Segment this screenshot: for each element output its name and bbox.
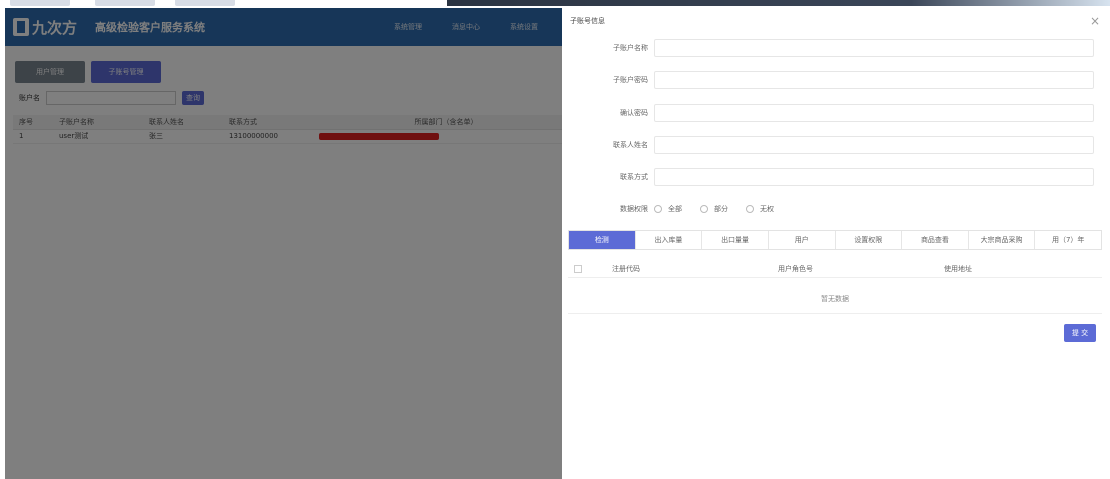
drawer-title: 子账号信息 (570, 17, 605, 25)
browser-tab[interactable] (10, 0, 70, 6)
tab-segment[interactable]: 出入库量 (636, 231, 703, 249)
tab-segment[interactable]: 用（7）年 (1035, 231, 1101, 249)
sub-table-header-cell: 注册代码 (612, 264, 640, 273)
form-row: 联系方式 (562, 168, 1110, 186)
radio-label: 全部 (668, 205, 682, 213)
empty-state: 暂无数据 (568, 284, 1102, 314)
radio-label: 部分 (714, 205, 728, 213)
table-header-row: 序号 子账户名称 联系人姓名 联系方式 所属部门（含名单） (13, 115, 562, 130)
permission-tabs: 检测 出入库量 出口量量 用户 设置权限 商品查看 大宗商品采购 用（7）年 (568, 230, 1102, 250)
sub-table-header: 注册代码 用户角色号 使用地址 (568, 260, 1102, 278)
search-label: 账户名 (19, 94, 40, 102)
form-row: 子账户密码 (562, 71, 1110, 89)
password-input[interactable] (654, 71, 1094, 89)
header-nav-item[interactable]: 消息中心 (452, 22, 480, 32)
select-all-checkbox[interactable] (574, 264, 582, 273)
header-nav-item[interactable]: 系统设置 (510, 22, 538, 32)
radio-icon (746, 205, 754, 213)
field-label: 子账户密码 (613, 76, 648, 84)
tab-segment[interactable]: 商品查看 (902, 231, 969, 249)
redacted-bar (319, 132, 439, 140)
contact-name-input[interactable] (654, 136, 1094, 154)
submit-button[interactable]: 提 交 (1064, 324, 1096, 342)
sub-table-header-cell: 使用地址 (944, 264, 972, 273)
logo: 九次方 (13, 17, 77, 38)
radio-option-all[interactable]: 全部 (654, 204, 682, 214)
radio-option-partial[interactable]: 部分 (700, 204, 728, 214)
browser-tab[interactable] (175, 0, 235, 6)
field-label: 子账户名称 (613, 44, 648, 52)
close-icon[interactable]: × (1090, 14, 1100, 28)
header-nav-item[interactable]: 系统管理 (394, 22, 422, 32)
sub-table-header-cell: 用户角色号 (778, 264, 813, 273)
search-row: 账户名 查询 (5, 83, 562, 105)
tab-segment[interactable]: 检测 (569, 231, 636, 249)
radio-icon (654, 205, 662, 213)
permission-radio-group: 数据权限 全部 部分 无权 (562, 202, 1110, 216)
page-tabs: 用户管理 子账号管理 (5, 46, 562, 83)
header-nav: 系统管理 消息中心 系统设置 (394, 22, 562, 32)
search-button[interactable]: 查询 (182, 91, 204, 105)
browser-tab[interactable] (95, 0, 155, 6)
field-label: 确认密码 (620, 109, 648, 117)
contact-phone-input[interactable] (654, 168, 1094, 186)
table-row[interactable]: 1 user测试 张三 13100000000 (13, 129, 562, 144)
logo-text: 九次方 (32, 18, 78, 37)
table-header: 联系方式 (223, 115, 313, 130)
field-label: 联系方式 (620, 173, 648, 181)
main-app: 九次方 高级检验客户服务系统 系统管理 消息中心 系统设置 用户管理 子账号管理… (5, 8, 562, 479)
radio-icon (700, 205, 708, 213)
app-header: 九次方 高级检验客户服务系统 系统管理 消息中心 系统设置 (5, 8, 562, 46)
tab-segment[interactable]: 出口量量 (702, 231, 769, 249)
cell-contact: 张三 (143, 129, 223, 144)
form-row: 联系人姓名 (562, 136, 1110, 154)
tab-subaccount-management[interactable]: 子账号管理 (91, 61, 161, 83)
form-row: 确认密码 (562, 104, 1110, 122)
radio-option-none[interactable]: 无权 (746, 204, 774, 214)
table-header: 联系人姓名 (143, 115, 223, 130)
tab-segment[interactable]: 设置权限 (836, 231, 903, 249)
subaccount-drawer: 子账号信息 × 子账户名称 子账户密码 确认密码 联系人姓名 联系方式 数据权限… (562, 8, 1110, 479)
tab-segment[interactable]: 大宗商品采购 (969, 231, 1036, 249)
cell-name: user测试 (53, 129, 143, 144)
tab-segment[interactable]: 用户 (769, 231, 836, 249)
subaccount-name-input[interactable] (654, 39, 1094, 57)
table-header: 序号 (13, 115, 53, 130)
logo-icon (13, 18, 29, 36)
subaccount-table: 序号 子账户名称 联系人姓名 联系方式 所属部门（含名单） 1 user测试 张… (13, 115, 562, 144)
system-title: 高级检验客户服务系统 (95, 21, 206, 34)
field-label: 数据权限 (620, 205, 648, 213)
browser-toolbar (447, 0, 1110, 6)
tab-user-management[interactable]: 用户管理 (15, 61, 85, 83)
table-header: 子账户名称 (53, 115, 143, 130)
browser-top-strip (0, 0, 1110, 8)
cell-phone: 13100000000 (223, 129, 313, 144)
form-row: 子账户名称 (562, 39, 1110, 57)
field-label: 联系人姓名 (613, 141, 648, 149)
cell-department (313, 129, 562, 144)
confirm-password-input[interactable] (654, 104, 1094, 122)
table-header: 所属部门（含名单） (313, 115, 562, 130)
search-input[interactable] (46, 91, 176, 105)
radio-label: 无权 (760, 205, 774, 213)
cell-index: 1 (13, 129, 53, 144)
